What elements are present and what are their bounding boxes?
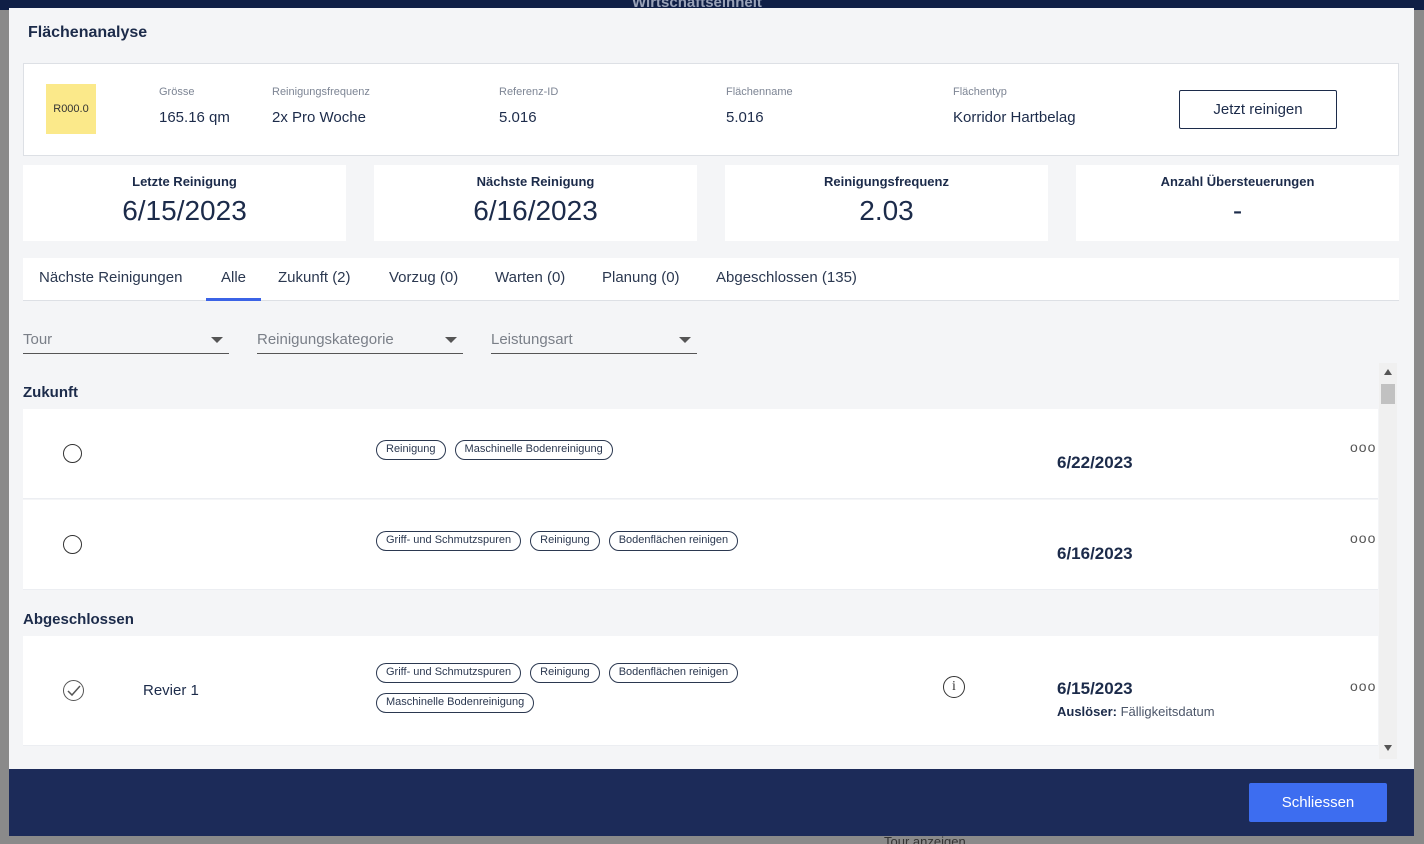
field-area-type-label: Flächentyp [953,86,1007,98]
background-right-strip [1414,10,1424,844]
field-size: Grösse 165.16 qm [159,86,230,126]
stat-frequency-label: Reinigungsfrequenz [824,174,949,189]
field-size-value: 165.16 qm [159,109,230,126]
field-area-name-label: Flächenname [726,86,793,98]
tab-all[interactable]: Alle [206,258,262,301]
stat-overrides-value: - [1232,195,1243,226]
dialog-footer: Schliessen [9,769,1414,836]
tour-name: Revier 1 [143,682,199,699]
field-area-name-value: 5.016 [726,109,764,126]
more-options-icon[interactable]: ooo [1350,530,1376,546]
tag: Maschinelle Bodenreinigung [376,693,535,713]
background-left-strip [0,10,9,844]
field-frequency-label: Reinigungsfrequenz [272,86,370,98]
stat-frequency-value: 2.03 [859,195,914,226]
scroll-down-icon[interactable] [1384,745,1392,751]
list-item[interactable]: Reinigung Maschinelle Bodenreinigung 6/22… [23,409,1378,499]
clean-now-button[interactable]: Jetzt reinigen [1179,90,1337,129]
area-code-badge: R000.0 [46,84,96,134]
field-frequency: Reinigungsfrequenz 2x Pro Woche [272,86,370,126]
due-date: 6/16/2023 [1057,544,1133,563]
field-area-type: Flächentyp Korridor Hartbelag [953,86,1076,126]
close-button[interactable]: Schliessen [1249,783,1387,822]
service-filter-select[interactable]: Leistungsart [491,330,697,354]
tab-future[interactable]: Zukunft (2) [263,258,366,301]
select-radio[interactable] [63,444,82,463]
stat-next-cleaning-label: Nächste Reinigung [476,174,595,189]
list-item[interactable]: Revier 1 Griff- und Schmutzspuren Reinigu… [23,636,1378,746]
tag: Maschinelle Bodenreinigung [454,440,613,460]
stat-last-cleaning-value: 6/15/2023 [122,195,247,226]
tag: Griff- und Schmutzspuren [376,531,522,551]
field-reference-id: Referenz-ID 5.016 [499,86,558,126]
tag-list: Griff- und Schmutzspuren Reinigung Bodenfl… [376,530,806,560]
more-options-icon[interactable]: ooo [1350,439,1376,455]
tag: Griff- und Schmutzspuren [376,663,522,683]
field-frequency-value: 2x Pro Woche [272,109,366,126]
stat-overrides-label: Anzahl Übersteuerungen [1160,174,1315,189]
select-radio[interactable] [63,535,82,554]
category-filter-label: Reinigungskategorie [257,331,394,348]
section-title-completed: Abgeschlossen [23,611,134,628]
scroll-thumb[interactable] [1381,384,1395,404]
section-title-future: Zukunft [23,384,78,401]
caret-down-icon [679,337,691,343]
trigger-label: Auslöser: [1057,704,1117,719]
more-options-icon[interactable]: ooo [1350,678,1376,694]
stat-frequency: Reinigungsfrequenz 2.03 [725,165,1048,241]
field-reference-id-value: 5.016 [499,109,537,126]
list-scrollbar[interactable] [1379,363,1397,759]
tag: Reinigung [530,531,600,551]
background-bottom-strip [0,836,1424,844]
stat-next-cleaning-value: 6/16/2023 [473,195,598,226]
trigger-info: Auslöser: Fälligkeitsdatum [1057,704,1215,719]
tab-planning[interactable]: Planung (0) [587,258,695,301]
checkmark-circle-icon [63,680,84,701]
tab-completed[interactable]: Abgeschlossen (135) [701,258,872,301]
status-tabs: Nächste Reinigungen Alle Zukunft (2) Vor… [23,258,1399,301]
due-date: 6/22/2023 [1057,453,1133,472]
stat-next-cleaning: Nächste Reinigung 6/16/2023 [374,165,697,241]
field-area-name: Flächenname 5.016 [726,86,793,126]
service-filter-label: Leistungsart [491,331,573,348]
completed-date: 6/15/2023 [1057,679,1133,698]
tag-list: Griff- und Schmutzspuren Reinigung Bodenfl… [376,662,806,722]
category-filter-select[interactable]: Reinigungskategorie [257,330,463,354]
info-icon[interactable]: i [943,676,965,698]
list-item[interactable]: Griff- und Schmutzspuren Reinigung Bodenfl… [23,500,1378,590]
tag: Bodenflächen reinigen [608,663,739,683]
tour-filter-select[interactable]: Tour [23,330,229,354]
tag-list: Reinigung Maschinelle Bodenreinigung [376,439,806,469]
tag: Reinigung [530,663,600,683]
tag: Bodenflächen reinigen [608,531,739,551]
area-analysis-dialog: Flächenanalyse R000.0 Grösse 165.16 qm R… [9,8,1414,836]
scroll-up-icon[interactable] [1384,369,1392,375]
stat-last-cleaning: Letzte Reinigung 6/15/2023 [23,165,346,241]
caret-down-icon [211,337,223,343]
tab-preferred[interactable]: Vorzug (0) [374,258,473,301]
field-size-label: Grösse [159,86,195,98]
dialog-title: Flächenanalyse [28,24,148,41]
tour-filter-label: Tour [23,331,53,348]
tab-waiting[interactable]: Warten (0) [480,258,580,301]
trigger-value: Fälligkeitsdatum [1120,704,1215,719]
stat-last-cleaning-label: Letzte Reinigung [132,174,237,189]
area-info-card: R000.0 Grösse 165.16 qm Reinigungsfreque… [23,63,1399,156]
caret-down-icon [445,337,457,343]
tab-next-cleanings[interactable]: Nächste Reinigungen [24,258,197,301]
field-area-type-value: Korridor Hartbelag [953,109,1076,126]
tag: Reinigung [376,440,446,460]
stat-overrides: Anzahl Übersteuerungen - [1076,165,1399,241]
field-reference-id-label: Referenz-ID [499,86,559,98]
